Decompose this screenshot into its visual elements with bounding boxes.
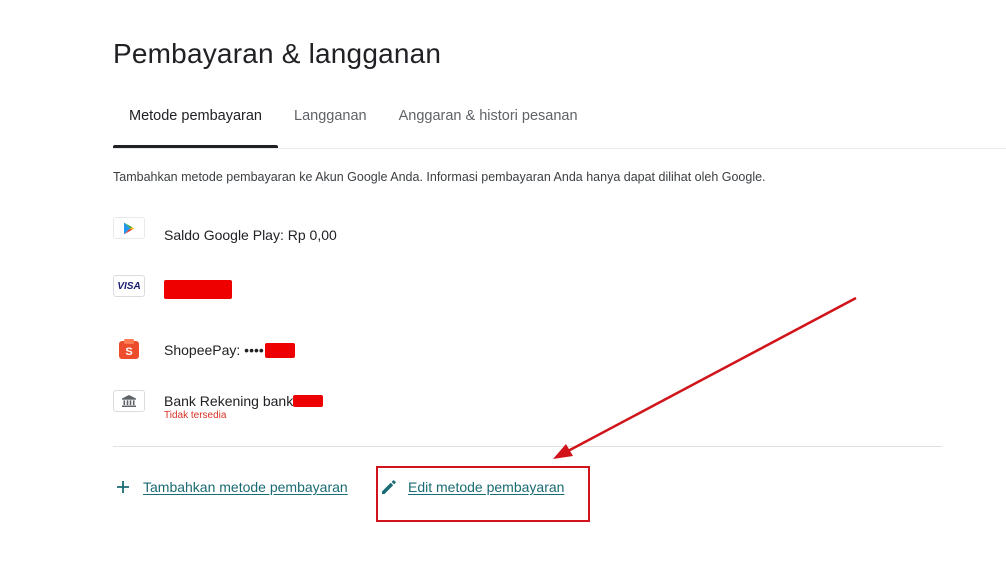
annotation-highlight-box	[376, 466, 590, 522]
add-payment-method-button[interactable]: Tambahkan metode pembayaran	[116, 479, 348, 495]
redaction-mark	[293, 395, 324, 407]
bank-icon	[113, 390, 145, 412]
tab-anggaran-histori[interactable]: Anggaran & histori pesanan	[383, 96, 594, 148]
plus-icon	[116, 480, 130, 494]
bank-label: Bank Rekening bank	[164, 393, 294, 409]
tab-metode-pembayaran[interactable]: Metode pembayaran	[113, 96, 278, 148]
tabs-divider	[113, 148, 1006, 149]
tab-bar: Metode pembayaran Langganan Anggaran & h…	[113, 96, 594, 148]
section-divider	[113, 446, 942, 447]
visa-icon: VISA	[113, 275, 145, 297]
svg-text:S: S	[125, 346, 132, 358]
page-title: Pembayaran & langganan	[113, 38, 442, 69]
shopeepay-label: ShopeePay: ••••	[164, 342, 264, 358]
description-text: Tambahkan metode pembayaran ke Akun Goog…	[113, 170, 766, 184]
google-play-balance: Saldo Google Play: Rp 0,00	[164, 227, 337, 243]
shopeepay-icon: S	[113, 338, 145, 360]
payment-method-shopeepay[interactable]: S ShopeePay: ••••	[113, 338, 295, 360]
add-payment-method-label: Tambahkan metode pembayaran	[143, 479, 348, 495]
bank-status: Tidak tersedia	[164, 410, 227, 421]
redaction-mark	[264, 342, 295, 358]
payment-method-visa[interactable]: VISA	[113, 275, 232, 299]
payment-method-google-play[interactable]: Saldo Google Play: Rp 0,00	[113, 217, 337, 243]
payment-method-bank[interactable]: Bank Rekening bank Tidak tersedia	[113, 390, 324, 421]
redaction-mark	[164, 280, 232, 299]
google-play-icon	[113, 217, 145, 239]
tab-langganan[interactable]: Langganan	[278, 96, 383, 148]
